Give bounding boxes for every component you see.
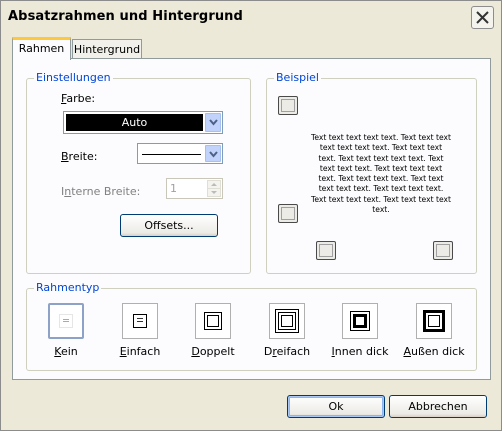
frametype-aussen-dick-icon: [423, 310, 445, 332]
cancel-button[interactable]: Abbrechen: [389, 395, 487, 418]
frametype-aussen-dick-option[interactable]: [416, 303, 452, 339]
frametype-dreifach-option[interactable]: [269, 303, 305, 339]
dialog-window: Absatzrahmen und Hintergrund Rahmen Hint…: [0, 0, 502, 431]
tab-hintergrund[interactable]: Hintergrund: [72, 39, 142, 60]
tab-rahmen-label: Rahmen: [18, 42, 65, 55]
frametype-group-label: Rahmentyp: [34, 281, 102, 294]
settings-group-label: Einstellungen: [34, 71, 113, 84]
width-dropdown-arrow[interactable]: [205, 145, 221, 162]
chevron-down-icon: [209, 119, 218, 126]
example-left-border-button[interactable]: [278, 204, 298, 223]
internal-width-label: Interne Breite:: [61, 185, 141, 198]
width-line-preview: [140, 146, 203, 161]
tab-panel-rahmen: Einstellungen Farbe: Auto Breite: Intern…: [12, 58, 491, 380]
chevron-up-icon: [211, 183, 217, 186]
example-bottom-right-border-button[interactable]: [433, 241, 453, 260]
color-value: Auto: [66, 114, 203, 131]
example-sample-text: Text text text text text. Text text text…: [311, 133, 451, 215]
chevron-down-icon: [211, 191, 217, 194]
frametype-group: Rahmentyp Kein Einfach Doppelt Dreifach …: [26, 281, 477, 371]
frametype-doppelt-label: Doppelt: [191, 345, 235, 358]
dialog-title: Absatzrahmen und Hintergrund: [8, 9, 243, 24]
offsets-button[interactable]: Offsets...: [120, 214, 218, 237]
frametype-einfach-icon: [133, 314, 147, 328]
frametype-doppelt-icon: [204, 312, 222, 330]
frametype-aussen-dick-label: Außen dick: [403, 345, 465, 358]
color-label: Farbe:: [61, 92, 96, 105]
frametype-innen-dick-option[interactable]: [342, 303, 378, 339]
example-bottom-left-border-button[interactable]: [316, 241, 336, 260]
ok-button[interactable]: Ok: [287, 395, 385, 418]
frametype-kein-label: Kein: [54, 345, 78, 358]
width-label: Breite:: [61, 150, 98, 163]
color-dropdown-arrow[interactable]: [205, 113, 221, 132]
chevron-down-icon: [209, 151, 218, 158]
example-group: Beispiel Text text text text text. Text …: [266, 71, 477, 274]
tab-hintergrund-label: Hintergrund: [73, 43, 141, 56]
frametype-innen-dick-icon: [350, 311, 370, 331]
frametype-dreifach-label: Dreifach: [263, 345, 311, 358]
title-bar: Absatzrahmen und Hintergrund: [1, 1, 501, 31]
internal-width-spinner[interactable]: 1: [166, 178, 223, 199]
close-icon: [476, 11, 489, 24]
tab-rahmen[interactable]: Rahmen: [12, 37, 71, 60]
frametype-kein-icon: [59, 314, 73, 328]
settings-group: Einstellungen Farbe: Auto Breite: Intern…: [26, 71, 251, 274]
frametype-einfach-label: Einfach: [119, 345, 161, 358]
spinner-buttons: [207, 180, 221, 197]
close-button[interactable]: [471, 6, 494, 29]
frametype-innen-dick-label: Innen dick: [331, 345, 389, 358]
example-group-label: Beispiel: [274, 71, 321, 84]
frametype-kein-option[interactable]: [48, 303, 84, 339]
frametype-einfach-option[interactable]: [122, 303, 158, 339]
example-top-border-button[interactable]: [278, 96, 298, 115]
width-dropdown[interactable]: [137, 143, 223, 164]
frametype-doppelt-option[interactable]: [195, 303, 231, 339]
frametype-dreifach-icon: [275, 309, 299, 333]
spin-down-button[interactable]: [207, 188, 221, 197]
internal-width-value: 1: [170, 182, 177, 195]
color-dropdown[interactable]: Auto: [63, 111, 223, 134]
